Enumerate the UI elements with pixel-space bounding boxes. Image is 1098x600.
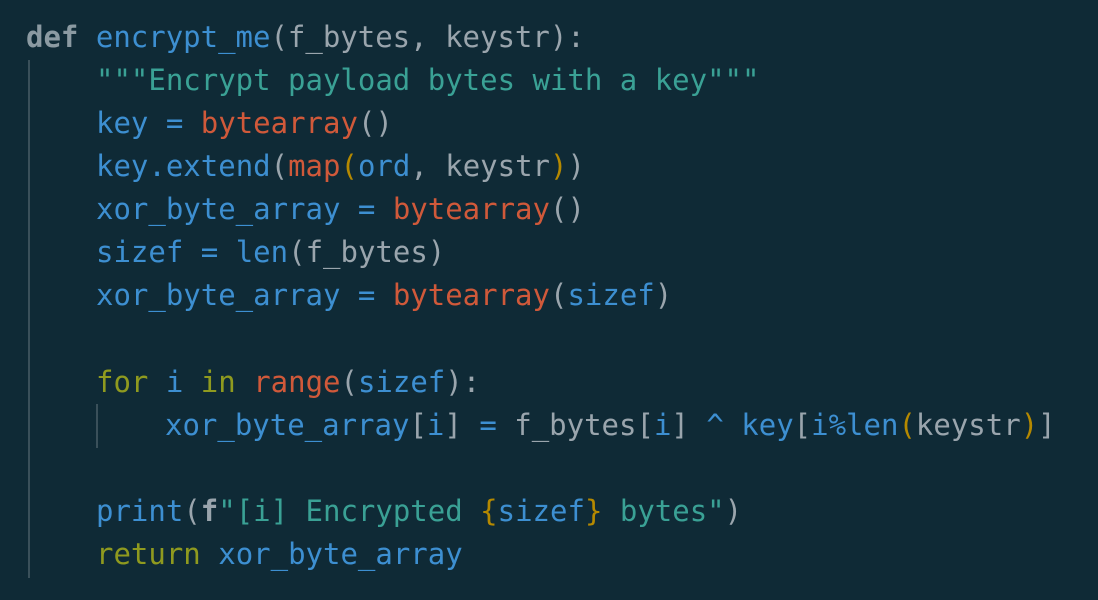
variable-key: key <box>741 408 794 442</box>
variable-key: key <box>96 149 149 183</box>
code-line-4: key.extend(map(ord, keystr)) <box>96 145 585 188</box>
indent-guide-outer <box>28 60 30 578</box>
code-line-2: """Encrypt payload bytes with a key""" <box>96 59 759 102</box>
bracket-open: [ <box>636 408 654 442</box>
index-expression: i%len <box>811 408 899 442</box>
xor-operator: ^ <box>706 408 724 442</box>
paren-close: ) <box>724 494 743 528</box>
interp-brace-open: { <box>480 494 498 528</box>
assign-operator: = <box>479 408 497 442</box>
builtin-ord: ord <box>357 149 411 183</box>
arg-sizef: sizef <box>357 365 446 399</box>
variable-xor-byte-array: xor_byte_array <box>165 408 410 442</box>
function-params: (f_bytes, keystr): <box>270 20 585 54</box>
paren-close: ) <box>567 149 585 183</box>
string-literal-start: "[i] Encrypted <box>218 494 481 528</box>
index-i: i <box>653 408 672 442</box>
code-line-5: xor_byte_array = bytearray() <box>96 188 585 231</box>
builtin-map: map <box>288 149 341 183</box>
paren-open-inner: ( <box>340 149 358 183</box>
arg-keystr: , keystr <box>410 149 551 183</box>
bracket-open: [ <box>409 408 427 442</box>
string-literal-end: bytes" <box>602 494 725 528</box>
code-editor[interactable]: def encrypt_me(f_bytes, keystr): """Encr… <box>0 0 1098 600</box>
interp-brace-close: } <box>584 494 603 528</box>
code-line-1: def encrypt_me(f_bytes, keystr): <box>26 16 585 59</box>
bracket-close: ] <box>1038 408 1056 442</box>
builtin-range: range <box>253 365 341 399</box>
fstring-prefix: f <box>200 494 219 528</box>
builtin-bytearray: bytearray <box>392 278 550 312</box>
bracket-close: ] <box>671 408 689 442</box>
paren-open: ( <box>340 365 358 399</box>
keyword-def: def <box>26 20 79 54</box>
paren-close: ) <box>654 278 673 312</box>
indent-guide-inner <box>96 404 98 448</box>
builtin-len: len <box>235 235 289 269</box>
call-parens: () <box>357 106 393 140</box>
bracket-close: ] <box>444 408 462 442</box>
code-line-9: for i in range(sizef): <box>96 361 480 404</box>
keyword-in: in <box>200 365 236 399</box>
interp-sizef: sizef <box>497 494 585 528</box>
assign-operator: = <box>200 235 219 269</box>
arg-sizef: sizef <box>567 278 655 312</box>
variable-xor-byte-array: xor_byte_array <box>96 192 341 226</box>
code-line-13: return xor_byte_array <box>96 533 463 576</box>
builtin-bytearray: bytearray <box>392 192 550 226</box>
code-line-10: xor_byte_array[i] = f_bytes[i] ^ key[i%l… <box>165 404 1056 447</box>
arg-keystr: keystr <box>915 408 1021 442</box>
code-line-3: key = bytearray() <box>96 102 393 145</box>
builtin-print: print <box>96 494 184 528</box>
keyword-return: return <box>96 537 201 571</box>
function-name: encrypt_me <box>95 20 271 54</box>
paren-close-inner: ) <box>550 149 568 183</box>
paren-close: ) <box>1020 408 1039 442</box>
call-args: (f_bytes) <box>288 235 446 269</box>
loop-var-i: i <box>165 365 184 399</box>
code-line-7: xor_byte_array = bytearray(sizef) <box>96 274 672 317</box>
code-line-12: print(f"[i] Encrypted {sizef} bytes") <box>96 490 742 533</box>
paren-open: ( <box>183 494 201 528</box>
assign-operator: = <box>165 106 184 140</box>
variable-sizef: sizef <box>96 235 184 269</box>
paren-open: ( <box>898 408 916 442</box>
builtin-bytearray: bytearray <box>200 106 358 140</box>
variable-key: key <box>96 106 149 140</box>
variable-xor-byte-array: xor_byte_array <box>96 278 341 312</box>
keyword-for: for <box>96 365 149 399</box>
variable-f-bytes: f_bytes <box>514 408 637 442</box>
call-parens: () <box>549 192 585 226</box>
docstring: """Encrypt payload bytes with a key""" <box>96 63 760 97</box>
paren-open: ( <box>549 278 568 312</box>
index-i: i <box>426 408 445 442</box>
assign-operator: = <box>357 192 376 226</box>
paren-open: ( <box>270 149 289 183</box>
return-value: xor_byte_array <box>218 537 463 571</box>
method-extend: .extend <box>148 149 271 183</box>
bracket-open: [ <box>793 408 812 442</box>
code-line-6: sizef = len(f_bytes) <box>96 231 445 274</box>
assign-operator: = <box>357 278 376 312</box>
paren-close-colon: ): <box>445 365 481 399</box>
